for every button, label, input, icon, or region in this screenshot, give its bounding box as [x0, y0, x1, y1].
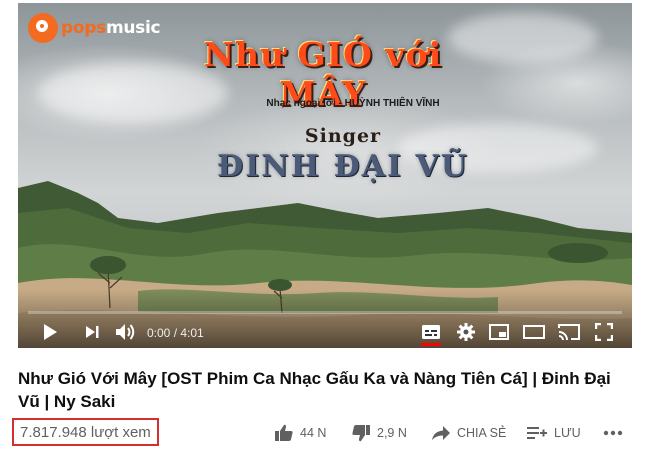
play-icon	[44, 324, 57, 340]
popsmusic-logo-mark	[28, 13, 58, 43]
cast-icon	[558, 324, 580, 341]
theater-mode-button[interactable]	[521, 320, 547, 344]
control-bar: 0:00 / 4:01	[18, 317, 632, 347]
volume-icon	[116, 324, 135, 340]
progress-bar[interactable]	[28, 311, 622, 314]
next-icon	[86, 326, 99, 338]
view-count: 7.817.948 lượt xem	[12, 418, 159, 446]
add-to-playlist-icon	[527, 427, 547, 439]
more-horizontal-icon	[603, 430, 623, 436]
overlay-singer-label: Singer	[304, 125, 382, 147]
settings-button[interactable]	[454, 320, 478, 344]
save-label: LƯU	[554, 426, 581, 440]
like-button[interactable]: 44 N	[274, 422, 326, 444]
theater-icon	[523, 325, 545, 339]
video-frame-cloud	[448, 13, 598, 63]
play-button[interactable]	[38, 320, 62, 344]
fullscreen-button[interactable]	[592, 320, 616, 344]
view-count-text: 7.817.948 lượt xem	[20, 423, 151, 441]
popsmusic-logo-text: popsmusic	[61, 18, 161, 38]
share-button[interactable]: CHIA SẺ	[431, 422, 506, 444]
like-count: 44 N	[300, 426, 327, 440]
fullscreen-icon	[595, 323, 613, 341]
cast-button[interactable]	[556, 320, 582, 344]
subtitles-icon	[422, 325, 440, 339]
overlay-singer-name: ĐINH ĐẠI VŨ	[217, 149, 469, 184]
more-actions-button[interactable]	[603, 422, 623, 444]
video-player[interactable]: popsmusic Như GIÓ với MÂY Nhạc ngoại lời…	[18, 3, 632, 348]
thumbs-down-icon	[352, 425, 370, 442]
popsmusic-logo: popsmusic	[28, 13, 161, 43]
settings-icon	[457, 323, 475, 341]
next-button[interactable]	[80, 320, 104, 344]
overlay-credit: Nhạc ngoại lời - HUỲNH THIÊN VĨNH	[266, 98, 440, 109]
video-title: Như Gió Với Mây [OST Phim Ca Nhạc Gấu Ka…	[18, 369, 611, 411]
miniplayer-button[interactable]	[487, 320, 511, 344]
save-button[interactable]: LƯU	[526, 422, 581, 444]
subtitles-active-indicator	[421, 343, 441, 346]
time-display: 0:00 / 4:01	[147, 326, 204, 340]
share-icon	[432, 426, 450, 440]
share-label: CHIA SẺ	[457, 426, 507, 440]
dislike-button[interactable]: 2,9 N	[351, 422, 407, 444]
thumbs-up-icon	[275, 424, 293, 441]
miniplayer-icon	[489, 324, 509, 340]
dislike-count: 2,9 N	[377, 426, 407, 440]
volume-button[interactable]	[113, 320, 139, 344]
subtitles-button[interactable]	[419, 320, 443, 344]
